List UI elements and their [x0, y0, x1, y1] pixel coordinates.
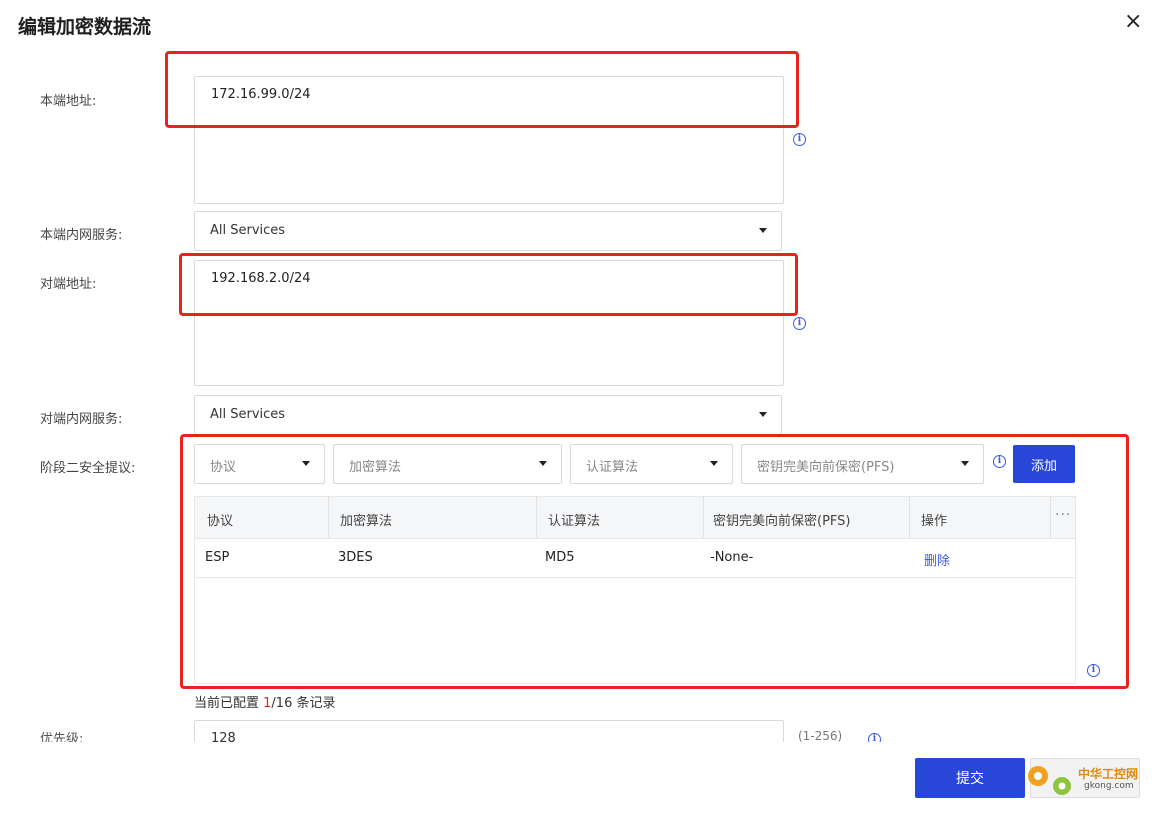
peer-service-value: All Services — [210, 407, 286, 422]
priority-info-icon[interactable]: i — [868, 733, 881, 742]
protocol-select[interactable]: 协议 — [194, 444, 325, 484]
priority-input[interactable]: 128 — [194, 720, 784, 742]
th-auth: 认证算法 — [548, 514, 601, 529]
th-encryption: 加密算法 — [340, 514, 393, 529]
local-address-info-icon[interactable]: i — [793, 133, 806, 146]
column-divider[interactable] — [909, 497, 910, 539]
peer-service-label: 对端内网服务: — [40, 412, 123, 427]
peer-address-label: 对端地址: — [40, 277, 97, 292]
priority-range: (1-256) — [798, 729, 843, 742]
local-service-value: All Services — [210, 223, 286, 238]
encryption-select[interactable]: 加密算法 — [333, 444, 562, 484]
th-pfs: 密钥完美向前保密(PFS) — [713, 514, 851, 529]
more-icon[interactable]: ··· — [1055, 507, 1071, 523]
chevron-down-icon — [710, 461, 718, 466]
record-suffix: /16 条记录 — [271, 696, 336, 711]
chevron-down-icon — [759, 412, 767, 417]
peer-address-info-icon[interactable]: i — [793, 317, 806, 330]
auth-placeholder: 认证算法 — [586, 460, 639, 475]
local-address-input[interactable]: 172.16.99.0/24 — [194, 76, 784, 204]
record-count: 当前已配置 1/16 条记录 — [194, 692, 335, 711]
chevron-down-icon — [759, 228, 767, 233]
auth-select[interactable]: 认证算法 — [570, 444, 733, 484]
chevron-down-icon — [961, 461, 969, 466]
column-divider[interactable] — [703, 497, 704, 539]
phase2-info-icon[interactable]: i — [993, 455, 1006, 468]
watermark-text: 中华工控网 — [1078, 767, 1139, 781]
add-button[interactable]: 添加 — [1013, 445, 1075, 483]
record-prefix: 当前已配置 — [194, 696, 264, 711]
th-action: 操作 — [921, 514, 948, 529]
chevron-down-icon — [539, 461, 547, 466]
chevron-down-icon — [302, 461, 310, 466]
cell-auth: MD5 — [545, 550, 575, 565]
th-protocol: 协议 — [207, 514, 234, 529]
encryption-placeholder: 加密算法 — [349, 460, 402, 475]
peer-service-select[interactable]: All Services — [194, 395, 782, 435]
cell-protocol: ESP — [205, 550, 230, 565]
priority-value: 128 — [211, 731, 236, 742]
close-icon[interactable]: × — [1124, 10, 1142, 34]
cell-pfs: -None- — [710, 550, 754, 565]
protocol-placeholder: 协议 — [210, 460, 237, 475]
local-service-select[interactable]: All Services — [194, 211, 782, 251]
submit-button[interactable]: 提交 — [915, 758, 1025, 798]
column-divider[interactable] — [1050, 497, 1051, 539]
column-divider[interactable] — [536, 497, 537, 539]
table-row: ESP 3DES MD5 -None- 删除 — [195, 539, 1075, 578]
table-header: 协议 加密算法 认证算法 密钥完美向前保密(PFS) 操作 ··· — [195, 497, 1075, 539]
cell-encryption: 3DES — [338, 550, 373, 565]
peer-address-input[interactable]: 192.168.2.0/24 — [194, 260, 784, 386]
pfs-placeholder: 密钥完美向前保密(PFS) — [757, 460, 895, 475]
table-info-icon[interactable]: i — [1087, 664, 1100, 677]
dialog-title: 编辑加密数据流 — [18, 16, 152, 38]
delete-link[interactable]: 删除 — [924, 550, 950, 569]
watermark-sub: gkong.com — [1084, 781, 1134, 791]
phase2-label: 阶段二安全提议: — [40, 461, 136, 476]
pfs-select[interactable]: 密钥完美向前保密(PFS) — [741, 444, 984, 484]
proposal-table: 协议 加密算法 认证算法 密钥完美向前保密(PFS) 操作 ··· ESP 3D… — [194, 496, 1076, 684]
local-address-value: 172.16.99.0/24 — [211, 87, 311, 102]
local-service-label: 本端内网服务: — [40, 228, 123, 243]
priority-label: 优先级: — [40, 732, 84, 742]
local-address-label: 本端地址: — [40, 94, 97, 109]
peer-address-value: 192.168.2.0/24 — [211, 271, 311, 286]
priority-row: 优先级: 128 (1-256) i — [0, 720, 1158, 742]
column-divider[interactable] — [328, 497, 329, 539]
